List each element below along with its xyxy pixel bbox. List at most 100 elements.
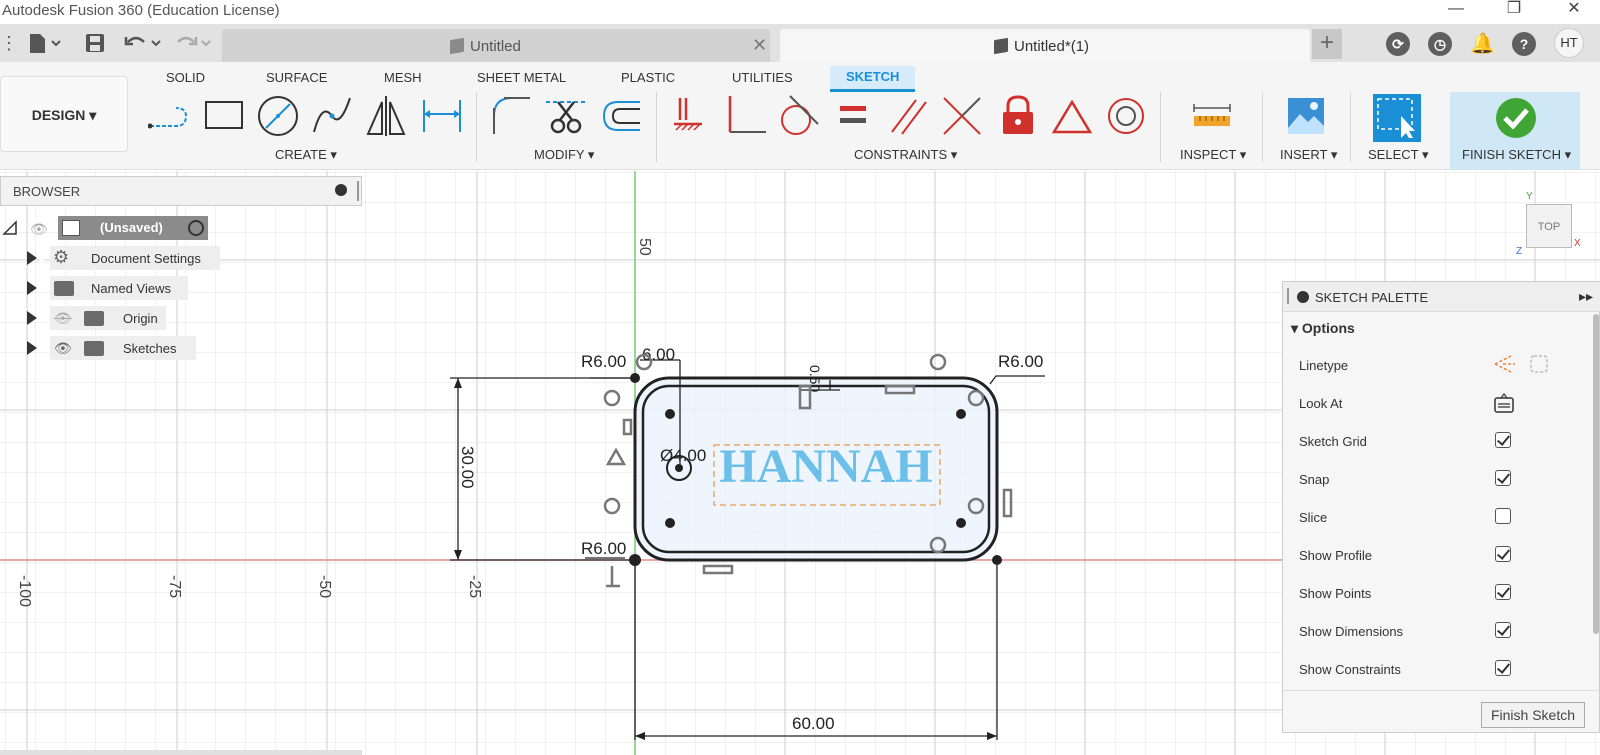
slice-checkbox[interactable] [1495, 508, 1511, 524]
look-at-icon[interactable] [1493, 392, 1515, 414]
new-tab-button[interactable]: + [1312, 29, 1342, 59]
dimension-radius-bottom-left[interactable]: R6.00 [581, 539, 626, 558]
midpoint-constraint-icon[interactable] [940, 94, 984, 138]
view-cube[interactable]: TOP [1526, 204, 1572, 248]
sketch-grid-checkbox[interactable] [1495, 432, 1511, 448]
grid-menu-icon[interactable]: ⋮ [0, 32, 18, 54]
design-workspace-button[interactable]: DESIGN ▾ [0, 76, 128, 152]
activate-radio-icon[interactable] [188, 220, 204, 236]
panel-resize-handle[interactable] [357, 181, 359, 201]
sketch-text[interactable]: HANNAH [719, 440, 932, 493]
dimension-radius-top-right[interactable]: R6.00 [998, 352, 1043, 371]
extensions-icon[interactable]: ⟳ [1386, 32, 1410, 56]
browser-item-sketches[interactable]: 👁 Sketches [0, 336, 200, 360]
inspect-menu[interactable]: INSPECT ▾ [1180, 147, 1246, 163]
tab-surface[interactable]: SURFACE [266, 70, 327, 85]
browser-item-document-settings[interactable]: ⚙ Document Settings [0, 246, 220, 270]
browser-item-origin[interactable]: 👁 Origin [0, 306, 170, 330]
dimension-diameter[interactable]: Ø4.00 [660, 446, 706, 465]
spline-tool-icon[interactable] [310, 94, 354, 138]
show-points-checkbox[interactable] [1495, 584, 1511, 600]
perpendicular-constraint-icon[interactable] [724, 94, 768, 138]
mirror-tool-icon[interactable] [364, 94, 408, 138]
dimension-height[interactable]: 30.00 [458, 446, 477, 489]
job-status-icon[interactable]: ◷ [1428, 32, 1452, 56]
show-profile-checkbox[interactable] [1495, 546, 1511, 562]
axis-label: -100 [16, 575, 33, 607]
expand-panel-icon[interactable]: ▸▸ [1579, 288, 1593, 305]
insert-menu[interactable]: INSERT ▾ [1280, 147, 1337, 163]
tab-mesh[interactable]: MESH [384, 70, 422, 85]
tab-solid[interactable]: SOLID [166, 70, 205, 85]
collapse-panel-icon[interactable] [1297, 291, 1309, 303]
options-section-header[interactable]: ▾ Options [1291, 320, 1355, 337]
palette-finish-sketch-button[interactable]: Finish Sketch [1481, 702, 1585, 728]
file-menu-icon[interactable] [28, 32, 64, 54]
tab-utilities[interactable]: UTILITIES [732, 70, 793, 85]
linetype-icons[interactable] [1493, 352, 1553, 376]
trim-tool-icon[interactable] [544, 94, 588, 138]
snap-checkbox[interactable] [1495, 470, 1511, 486]
expand-triangle-icon[interactable] [27, 311, 47, 325]
visibility-eye-icon[interactable]: 👁 [30, 221, 48, 238]
tab-sheet-metal[interactable]: SHEET METAL [477, 70, 566, 85]
browser-root[interactable]: 👁 (Unsaved) [0, 216, 215, 240]
maximize-button[interactable]: ❐ [1494, 0, 1534, 20]
tab-untitled-1[interactable]: Untitled*(1) ✕ [780, 29, 1325, 62]
tab-untitled[interactable]: Untitled ✕ [222, 29, 770, 62]
measure-ruler-icon[interactable] [1190, 94, 1234, 138]
expand-triangle-icon[interactable] [27, 251, 47, 265]
panel-grip[interactable] [1287, 288, 1289, 304]
rectangle-tool-icon[interactable] [202, 94, 246, 138]
offset-tool-icon[interactable] [600, 94, 644, 138]
checkmark-icon[interactable] [1494, 96, 1538, 140]
minimize-button[interactable]: — [1436, 0, 1476, 20]
folder-icon [84, 311, 104, 326]
show-constraints-checkbox[interactable] [1495, 660, 1511, 676]
notifications-bell-icon[interactable]: 🔔 [1470, 32, 1495, 56]
finish-sketch-label[interactable]: FINISH SKETCH ▾ [1462, 147, 1571, 163]
select-cursor-icon[interactable] [1373, 94, 1417, 138]
palette-row-label: Show Dimensions [1299, 624, 1404, 639]
palette-scrollbar[interactable] [1593, 314, 1599, 634]
component-icon [62, 220, 80, 236]
expand-triangle-icon[interactable] [27, 281, 47, 295]
circle-tool-icon[interactable] [256, 94, 300, 138]
dimension-width[interactable]: 60.00 [792, 714, 835, 733]
hidden-eye-icon[interactable]: 👁 [54, 310, 72, 327]
browser-item-named-views[interactable]: Named Views [0, 276, 190, 300]
concentric-constraint-icon[interactable] [1104, 94, 1148, 138]
redo-icon[interactable] [174, 32, 214, 54]
user-avatar[interactable]: HT [1554, 28, 1584, 58]
line-tool-icon[interactable] [148, 94, 192, 138]
expand-triangle-icon[interactable] [27, 341, 47, 355]
tangent-constraint-icon[interactable] [778, 94, 822, 138]
collapse-triangle-icon[interactable] [2, 220, 18, 236]
help-icon[interactable]: ? [1512, 32, 1536, 56]
show-dimensions-checkbox[interactable] [1495, 622, 1511, 638]
equal-constraint-icon[interactable] [832, 94, 876, 138]
palette-header: SKETCH PALETTE ▸▸ [1283, 282, 1600, 312]
constraints-menu[interactable]: CONSTRAINTS ▾ [854, 147, 957, 163]
create-menu[interactable]: CREATE ▾ [275, 147, 337, 163]
close-window-button[interactable]: ✕ [1554, 0, 1594, 20]
select-menu[interactable]: SELECT ▾ [1368, 147, 1428, 163]
triangle-constraint-icon[interactable] [1050, 94, 1094, 138]
coincident-constraint-icon[interactable] [670, 94, 714, 138]
parallel-constraint-icon[interactable] [886, 94, 930, 138]
fillet-tool-icon[interactable] [490, 94, 534, 138]
close-tab-icon[interactable]: ✕ [752, 35, 767, 56]
modify-menu[interactable]: MODIFY ▾ [534, 147, 594, 163]
palette-row-label: Look At [1299, 396, 1343, 411]
dimension-tool-icon[interactable] [420, 94, 464, 138]
undo-icon[interactable] [124, 32, 164, 54]
tab-plastic[interactable]: PLASTIC [621, 70, 675, 85]
insert-image-icon[interactable] [1284, 94, 1328, 138]
fix-lock-icon[interactable] [996, 94, 1040, 138]
tab-sketch[interactable]: SKETCH [830, 66, 916, 92]
collapse-panel-icon[interactable] [335, 184, 347, 196]
dimension-radius-top-left[interactable]: R6.00 [581, 352, 626, 371]
save-icon[interactable] [84, 32, 106, 54]
visibility-eye-icon[interactable]: 👁 [54, 340, 72, 357]
tree-label: Document Settings [91, 251, 201, 266]
